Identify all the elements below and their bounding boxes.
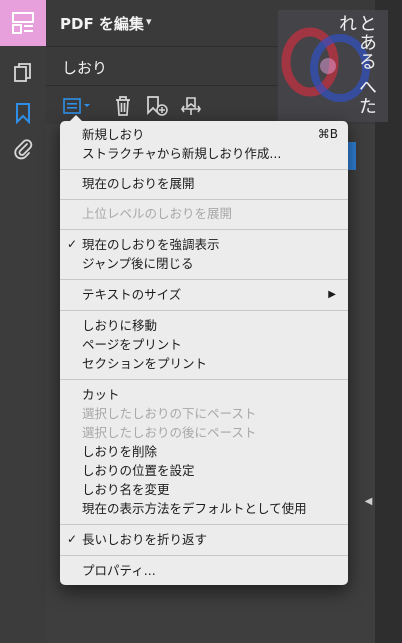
menu-divider [60,379,348,380]
pages-icon [14,63,31,82]
shortcut-label: ⌘B [317,127,338,141]
bookmark-expand-icon [181,97,201,115]
menu-item-expand-current[interactable]: 現在のしおりを展開 [60,174,348,193]
menu-item-close-after-jump[interactable]: ジャンプ後に閉じる [60,254,348,273]
menu-divider [60,199,348,200]
watermark-text: とある へたれ [336,14,377,116]
tool-title[interactable]: PDF を編集 [60,13,144,34]
expand-bookmark-button[interactable] [178,94,204,118]
menu-item-rename-bookmark[interactable]: しおり名を変更 [60,480,348,499]
menu-item-print-pages[interactable]: ページをプリント [60,335,348,354]
menu-divider [60,279,348,280]
menu-divider [60,524,348,525]
menu-item-wrap-long-bookmarks[interactable]: ✓ 長いしおりを折り返す [60,530,348,549]
menu-item-cut[interactable]: カット [60,385,348,404]
menu-item-go-to-bookmark[interactable]: しおりに移動 [60,316,348,335]
menu-divider [60,169,348,170]
menu-divider [60,229,348,230]
edit-pdf-tool[interactable] [0,0,46,46]
menu-item-new-bookmark[interactable]: 新規しおり ⌘B [60,125,348,144]
delete-bookmark-button[interactable] [110,94,136,118]
attachment-icon [14,139,33,160]
menu-item-highlight-current[interactable]: ✓ 現在のしおりを強調表示 [60,235,348,254]
bookmarks-title: しおり [62,59,108,77]
menu-item-new-from-structure[interactable]: ストラクチャから新規しおり作成... [60,144,348,163]
menu-divider [60,555,348,556]
attachments-tool[interactable] [0,134,46,164]
menu-item-use-current-view-default[interactable]: 現在の表示方法をデフォルトとして使用 [60,499,348,518]
checkmark-icon: ✓ [67,532,78,546]
new-bookmark-icon [147,96,168,116]
tool-rail [0,0,46,643]
submenu-arrow-icon: ▶ [328,289,336,300]
edit-pdf-icon [12,12,34,34]
list-options-icon [63,98,90,114]
bookmark-icon [16,103,30,124]
watermark-stamp: とある へたれ [278,10,388,122]
collapse-pane-button[interactable]: ◀ [362,490,375,512]
bookmarks-tool[interactable] [0,98,46,128]
menu-item-expand-top-level: 上位レベルのしおりを展開 [82,206,233,221]
menu-divider [60,310,348,311]
tool-title-chevron-icon[interactable]: ▾ [146,15,152,28]
checkmark-icon: ✓ [67,237,78,251]
pages-tool[interactable] [0,58,46,88]
bookmark-options-menu: 新規しおり ⌘B ストラクチャから新規しおり作成... 現在のしおりを展開 上位… [60,115,348,585]
new-bookmark-button[interactable] [144,94,170,118]
menu-item-paste-after: 選択したしおりの後にペースト [82,425,257,440]
menu-item-paste-under: 選択したしおりの下にペースト [82,406,257,421]
menu-item-delete-bookmark[interactable]: しおりを削除 [60,442,348,461]
menu-item-text-size[interactable]: テキストのサイズ ▶ [60,285,348,304]
chevron-left-icon: ◀ [364,495,373,507]
menu-item-set-destination[interactable]: しおりの位置を設定 [60,461,348,480]
trash-icon [116,96,130,116]
menu-item-properties[interactable]: プロパティ... [60,561,348,580]
menu-item-print-sections[interactable]: セクションをプリント [60,354,348,373]
